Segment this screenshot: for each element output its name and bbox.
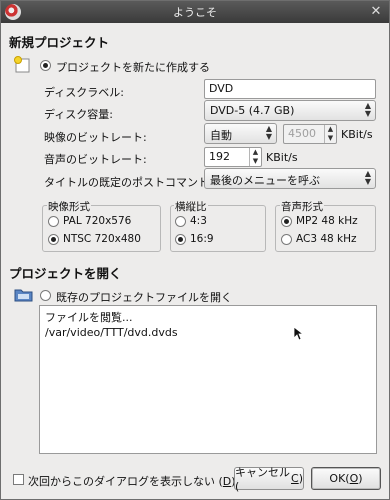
close-icon[interactable]: ✕	[368, 4, 384, 20]
video-format-pal-label: PAL 720x576	[63, 215, 132, 227]
aspect-16-9-label: 16:9	[190, 233, 214, 245]
open-project-label: 既存のプロジェクトファイルを開く	[56, 291, 232, 304]
open-project-radio[interactable]	[40, 290, 51, 301]
video-format-ntsc-radio[interactable]	[48, 234, 59, 245]
disc-capacity-combo[interactable]: DVD-5 (4.7 GB) ▲ ▼	[204, 100, 376, 121]
video-bitrate-mode-combo[interactable]: 自動 ▲ ▼	[204, 123, 277, 144]
recent-file-item[interactable]: /var/video/TTT/dvd.dvds	[45, 326, 178, 339]
create-project-radio[interactable]	[40, 60, 51, 71]
combo-arrows-icon: ▲ ▼	[364, 169, 371, 186]
recent-files-list[interactable]: ファイルを閲覧... /var/video/TTT/dvd.dvds	[39, 305, 377, 454]
video-bitrate-value: 4500	[288, 127, 316, 140]
audio-ac3-label: AC3 48 kHz	[296, 233, 357, 245]
dvd-app-icon	[5, 4, 21, 20]
video-bitrate-mode-value: 自動	[210, 129, 232, 142]
video-format-title: 映像形式	[47, 199, 91, 214]
audio-format-title: 音声形式	[280, 199, 324, 214]
aspect-ratio-title: 横縦比	[174, 199, 208, 214]
video-bitrate-unit: KBit/s	[341, 128, 373, 141]
aspect-4-3-label: 4:3	[190, 215, 207, 227]
audio-mp2-radio[interactable]	[281, 216, 292, 227]
create-project-label: プロジェクトを新たに作成する	[56, 61, 210, 74]
post-command-value: 最後のメニューを呼ぶ	[210, 174, 320, 187]
mouse-cursor	[293, 326, 303, 341]
open-project-header: プロジェクトを開く	[9, 266, 122, 281]
open-folder-icon	[14, 289, 33, 302]
ok-button[interactable]: OK(O)	[311, 467, 381, 490]
audio-bitrate-value: 192	[209, 150, 230, 163]
aspect-4-3-radio[interactable]	[175, 216, 186, 227]
welcome-dialog: ようこそ ✕ 新規プロジェクト プロジェクトを新たに作成する ディスクラベル: …	[0, 0, 390, 500]
post-command-combo[interactable]: 最後のメニューを呼ぶ ▲ ▼	[204, 168, 376, 189]
new-project-header: 新規プロジェクト	[9, 35, 110, 50]
video-bitrate-input: 4500 ▲ ▼	[283, 124, 337, 144]
browse-files-item[interactable]: ファイルを閲覧...	[45, 309, 133, 325]
video-format-pal-radio[interactable]	[48, 216, 59, 227]
disc-label-label: ディスクラベル:	[44, 86, 124, 99]
disc-label-input[interactable]: DVD	[204, 79, 376, 99]
dont-show-checkbox[interactable]	[13, 474, 24, 485]
aspect-16-9-radio[interactable]	[175, 234, 186, 245]
cancel-button[interactable]: キャンセル(C)	[234, 466, 304, 493]
audio-ac3-radio[interactable]	[281, 234, 292, 245]
video-bitrate-label: 映像のビットレート:	[44, 131, 147, 144]
audio-bitrate-unit: KBit/s	[266, 151, 298, 164]
audio-bitrate-input[interactable]: 192 ▲ ▼	[204, 147, 262, 167]
spin-arrows-icon[interactable]: ▲ ▼	[249, 148, 261, 166]
disc-capacity-label: ディスク容量:	[44, 108, 113, 121]
combo-arrows-icon: ▲ ▼	[265, 124, 272, 141]
window-title: ようこそ	[173, 6, 217, 19]
combo-arrows-icon: ▲ ▼	[364, 101, 371, 118]
audio-mp2-label: MP2 48 kHz	[296, 215, 358, 227]
spin-arrows-icon: ▲ ▼	[324, 125, 336, 143]
audio-bitrate-label: 音声のビットレート:	[44, 153, 147, 166]
disc-capacity-value: DVD-5 (4.7 GB)	[210, 104, 295, 117]
new-project-icon	[14, 56, 30, 73]
dont-show-label: 次回からこのダイアログを表示しない (D)	[28, 475, 236, 488]
post-command-label: タイトルの既定のポストコマンド:	[44, 176, 213, 189]
title-bar: ようこそ ✕	[1, 1, 389, 23]
video-format-ntsc-label: NTSC 720x480	[63, 233, 141, 245]
